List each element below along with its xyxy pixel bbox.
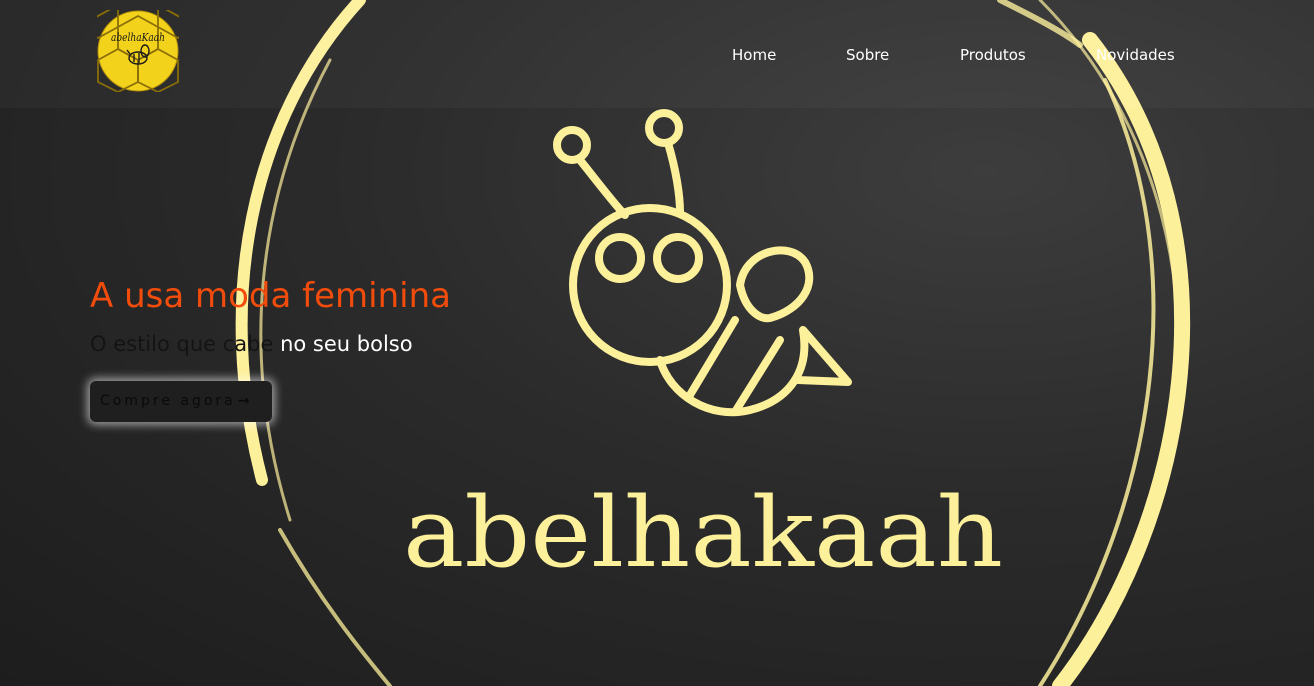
site-header: abelhaKaah Home Sobre Produtos Novidades — [0, 0, 1314, 108]
bee-icon — [553, 109, 852, 417]
hero-subtitle-part1: O estilo que cabe — [90, 332, 274, 356]
page: abelhakaah abelhaKaah Home Sobre Produto… — [0, 0, 1314, 686]
hero-subtitle-part2: no seu bolso — [273, 332, 413, 356]
nav-link-home[interactable]: Home — [732, 44, 776, 66]
logo-text: abelhaKaah — [111, 31, 165, 44]
nav-link-novidades[interactable]: Novidades — [1096, 44, 1175, 66]
nav-link-produtos[interactable]: Produtos — [960, 44, 1026, 66]
watermark-wordmark: abelhakaah — [403, 477, 1003, 589]
hero-subtitle: O estilo que cabe no seu bolso — [90, 330, 413, 358]
arrow-right-icon: → — [237, 393, 250, 409]
shop-now-button[interactable]: Compre agora → — [90, 381, 272, 422]
main-nav: Home Sobre Produtos Novidades — [0, 44, 1314, 66]
shop-now-label: Compre agora — [100, 393, 236, 409]
hero-title: A usa moda feminina — [90, 276, 451, 316]
nav-link-sobre[interactable]: Sobre — [846, 44, 889, 66]
